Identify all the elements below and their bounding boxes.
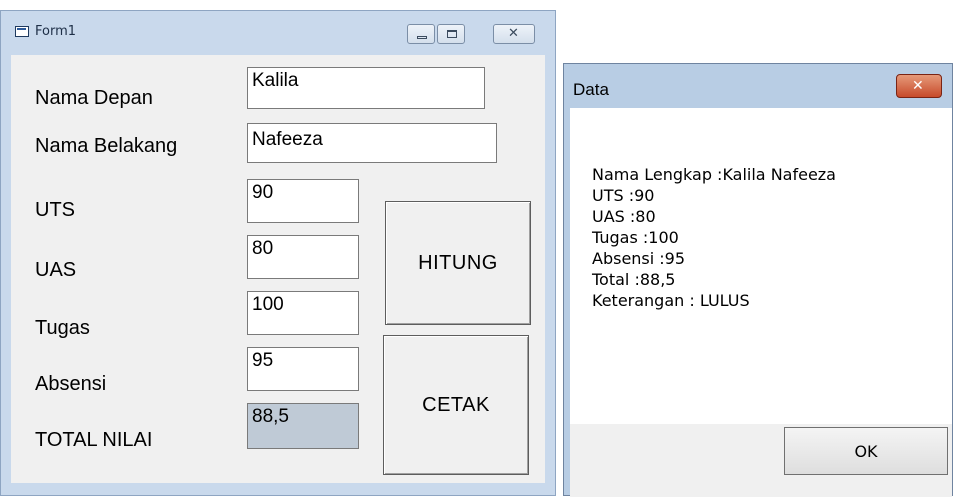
- data-dialog: Data ✕ Nama Lengkap :Kalila Nafeeza UTS …: [563, 63, 953, 497]
- form1-titlebar[interactable]: Form1 ✕: [1, 11, 555, 55]
- input-uas[interactable]: 80: [247, 235, 359, 279]
- input-nama-belakang[interactable]: Nafeeza: [247, 123, 497, 163]
- message-line-keterangan: Keterangan : LULUS: [592, 291, 750, 310]
- label-uas: UAS: [35, 259, 77, 281]
- input-nama-depan[interactable]: Kalila: [247, 67, 485, 109]
- message-line-nama-lengkap: Nama Lengkap :Kalila Nafeeza: [592, 165, 836, 184]
- output-total-nilai: 88,5: [247, 403, 359, 449]
- input-uts[interactable]: 90: [247, 179, 359, 223]
- form-app-icon: [15, 26, 29, 37]
- label-tugas: Tugas: [35, 317, 90, 339]
- dialog-body: Nama Lengkap :Kalila Nafeeza UTS :90 UAS…: [570, 108, 952, 424]
- label-nama-depan: Nama Depan: [35, 87, 153, 109]
- cetak-button[interactable]: CETAK: [383, 335, 529, 475]
- input-tugas[interactable]: 100: [247, 291, 359, 335]
- label-total-nilai: TOTAL NILAI: [35, 429, 153, 451]
- message-line-uas: UAS :80: [592, 207, 656, 226]
- maximize-icon: [447, 30, 457, 38]
- message-line-total: Total :88,5: [592, 270, 676, 289]
- label-uts: UTS: [35, 199, 75, 221]
- minimize-icon: [417, 36, 427, 39]
- hitung-button[interactable]: HITUNG: [385, 201, 531, 325]
- message-line-absensi: Absensi :95: [592, 249, 686, 268]
- form1-window: Form1 ✕ Nama Depan Kalila Nama Belakang …: [0, 10, 556, 496]
- dialog-close-button[interactable]: ✕: [896, 74, 942, 98]
- message-line-uts: UTS :90: [592, 186, 655, 205]
- dialog-message: Nama Lengkap :Kalila Nafeeza UTS :90 UAS…: [592, 164, 836, 311]
- dialog-title: Data: [573, 80, 609, 99]
- minimize-button[interactable]: [407, 24, 435, 44]
- form1-client-area: Nama Depan Kalila Nama Belakang Nafeeza …: [11, 55, 545, 483]
- label-nama-belakang: Nama Belakang: [35, 135, 178, 157]
- label-absensi: Absensi: [35, 373, 107, 395]
- message-line-tugas: Tugas :100: [592, 228, 679, 247]
- maximize-button[interactable]: [437, 24, 465, 44]
- close-icon: ✕: [508, 26, 519, 41]
- ok-button[interactable]: OK: [784, 427, 948, 475]
- close-icon: ✕: [912, 78, 924, 94]
- close-button[interactable]: ✕: [493, 24, 535, 44]
- form1-title: Form1: [35, 24, 77, 39]
- input-absensi[interactable]: 95: [247, 347, 359, 391]
- dialog-footer: OK: [570, 424, 952, 497]
